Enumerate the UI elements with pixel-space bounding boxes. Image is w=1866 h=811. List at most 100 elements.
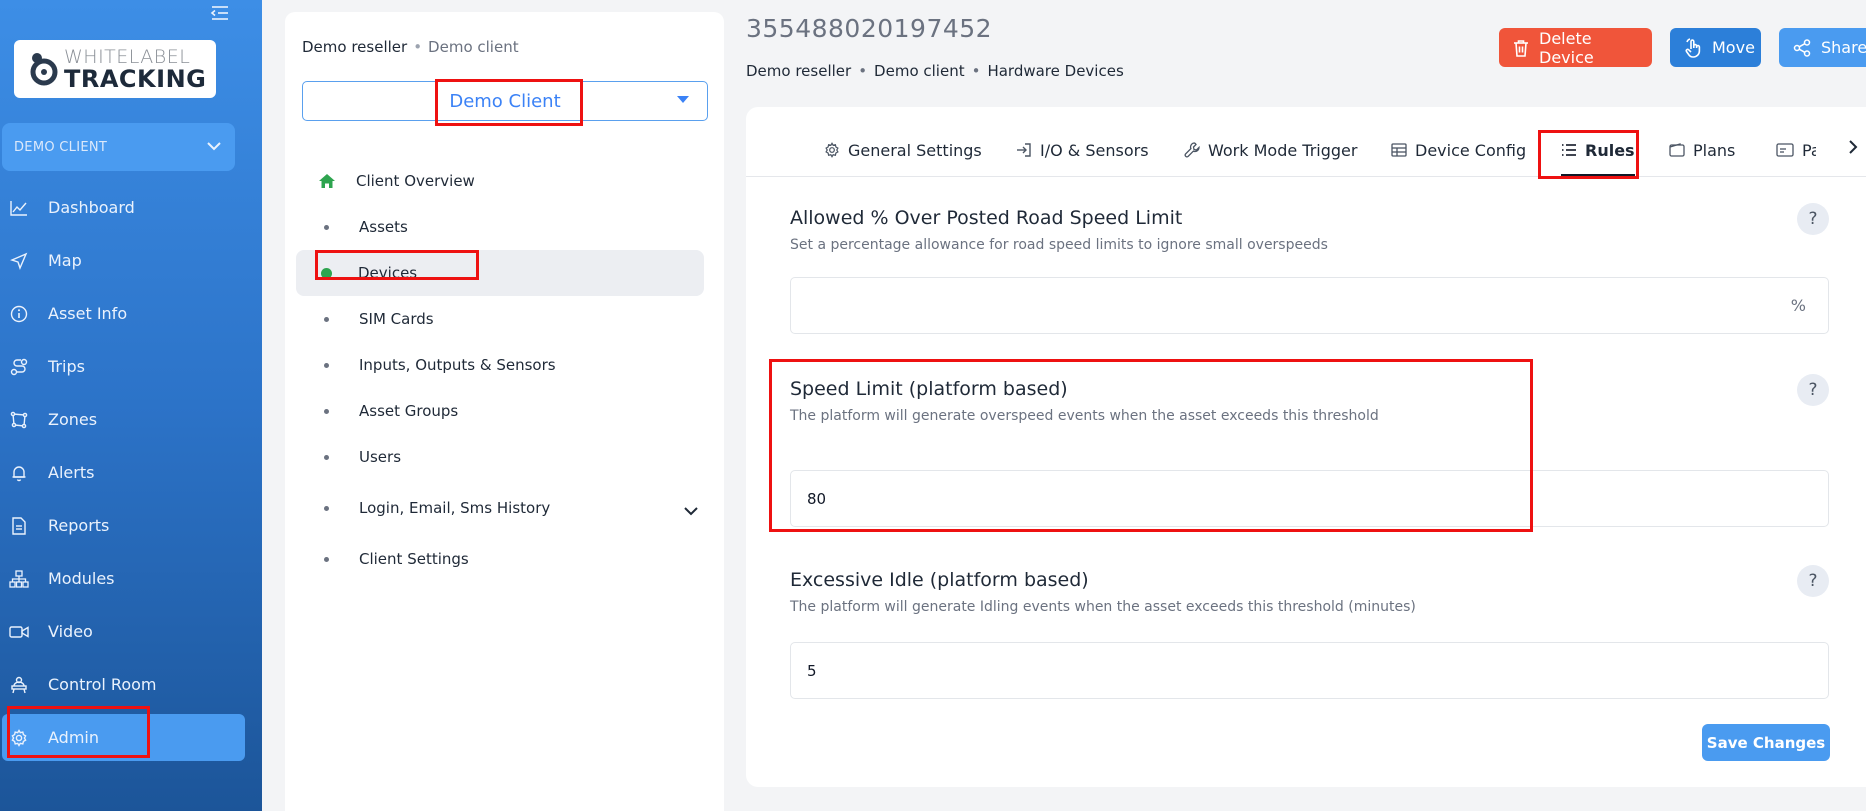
tab-general-settings[interactable]: General Settings bbox=[824, 133, 982, 167]
delete-device-label: Delete Device bbox=[1539, 28, 1594, 67]
help-icon[interactable]: ? bbox=[1797, 565, 1829, 597]
menu-item-devices[interactable]: Devices bbox=[296, 250, 704, 296]
breadcrumb-reseller[interactable]: Demo reseller bbox=[746, 62, 851, 80]
client-selector-label: DEMO CLIENT bbox=[14, 139, 108, 155]
excessive-idle-section: Excessive Idle (platform based) The plat… bbox=[790, 565, 1829, 615]
nav-label: Trips bbox=[48, 357, 85, 376]
list-icon bbox=[1561, 142, 1577, 158]
info-icon bbox=[9, 304, 29, 324]
bullet-icon bbox=[324, 408, 329, 414]
tab-label: Device Config bbox=[1415, 140, 1527, 160]
sidebar: WHITELABEL TRACKING DEMO CLIENT Dashboar… bbox=[0, 0, 262, 811]
menu-item-inputs-outputs-sensors[interactable]: Inputs, Outputs & Sensors bbox=[296, 342, 704, 388]
gear-icon bbox=[824, 142, 840, 158]
move-label: Move bbox=[1712, 38, 1755, 57]
speed-limit-input[interactable]: 80 bbox=[790, 470, 1829, 527]
bullet-icon bbox=[324, 505, 329, 511]
location-pin-logo-icon bbox=[28, 51, 58, 87]
client-dropdown[interactable]: Demo Client bbox=[302, 81, 708, 121]
chevron-right-icon[interactable] bbox=[1849, 139, 1858, 158]
field-description: Set a percentage allowance for road spee… bbox=[790, 237, 1328, 253]
help-icon[interactable]: ? bbox=[1797, 203, 1829, 235]
menu-label: Asset Groups bbox=[359, 402, 459, 420]
tab-work-mode-trigger[interactable]: Work Mode Trigger bbox=[1184, 133, 1357, 167]
bullet-icon bbox=[324, 556, 329, 562]
hand-pointer-icon bbox=[1684, 37, 1702, 58]
excessive-idle-input[interactable]: 5 bbox=[790, 642, 1829, 699]
nav-item-control-room[interactable]: Control Room bbox=[0, 658, 262, 711]
input-value: 5 bbox=[807, 661, 817, 680]
brand-logo[interactable]: WHITELABEL TRACKING bbox=[14, 40, 216, 98]
menu-item-client-overview[interactable]: Client Overview bbox=[296, 158, 704, 204]
menu-item-assets[interactable]: Assets bbox=[296, 204, 704, 250]
nav-label: Dashboard bbox=[48, 198, 135, 217]
nav-item-reports[interactable]: Reports bbox=[0, 499, 262, 552]
breadcrumb-section[interactable]: Hardware Devices bbox=[987, 62, 1123, 80]
breadcrumb-client[interactable]: Demo client bbox=[874, 62, 965, 80]
menu-label: SIM Cards bbox=[359, 310, 434, 328]
share-icon bbox=[1793, 38, 1811, 57]
logo-text-top: WHITELABEL bbox=[64, 45, 191, 68]
tab-rules[interactable]: Rules bbox=[1561, 133, 1635, 177]
move-button[interactable]: Move bbox=[1670, 28, 1761, 67]
nav-label: Zones bbox=[48, 410, 98, 429]
road-speed-allowance-input[interactable]: % bbox=[790, 277, 1829, 334]
tab-device-config[interactable]: Device Config bbox=[1391, 133, 1526, 167]
menu-item-users[interactable]: Users bbox=[296, 434, 704, 480]
nav-item-asset-info[interactable]: Asset Info bbox=[0, 287, 262, 340]
nav-item-dashboard[interactable]: Dashboard bbox=[0, 181, 262, 234]
save-changes-button[interactable]: Save Changes bbox=[1702, 724, 1830, 761]
navigation-icon bbox=[9, 251, 29, 271]
nav-item-map[interactable]: Map bbox=[0, 234, 262, 287]
nav-item-admin[interactable]: Admin bbox=[2, 714, 245, 761]
menu-item-asset-groups[interactable]: Asset Groups bbox=[296, 388, 704, 434]
device-tabs: General Settings I/O & Sensors Work Mode… bbox=[746, 107, 1866, 177]
nav-item-alerts[interactable]: Alerts bbox=[0, 446, 262, 499]
chevron-down-icon[interactable] bbox=[684, 502, 698, 520]
control-room-icon bbox=[9, 675, 29, 695]
field-description: The platform will generate overspeed eve… bbox=[790, 408, 1379, 424]
wallet-icon bbox=[1669, 142, 1685, 158]
tab-label: General Settings bbox=[848, 140, 982, 160]
client-selector[interactable]: DEMO CLIENT bbox=[2, 123, 235, 171]
field-description: The platform will generate Idling events… bbox=[790, 599, 1416, 615]
tab-io-sensors[interactable]: I/O & Sensors bbox=[1016, 133, 1149, 167]
tab-label: I/O & Sensors bbox=[1040, 140, 1149, 160]
field-title: Allowed % Over Posted Road Speed Limit bbox=[790, 207, 1183, 229]
breadcrumb-reseller[interactable]: Demo reseller bbox=[302, 38, 407, 56]
active-dot-icon bbox=[321, 267, 332, 279]
nav-item-trips[interactable]: Trips bbox=[0, 340, 262, 393]
tab-partial[interactable]: Pa bbox=[1776, 133, 1816, 167]
delete-device-button[interactable]: Delete Device bbox=[1499, 28, 1652, 67]
menu-item-login-history[interactable]: Login, Email, Sms History bbox=[296, 480, 704, 536]
nav-label: Modules bbox=[48, 569, 115, 588]
road-speed-allowance-section: Allowed % Over Posted Road Speed Limit S… bbox=[790, 203, 1829, 253]
menu-label: Users bbox=[359, 448, 402, 466]
client-menu: Client Overview Assets Devices SIM Cards… bbox=[296, 158, 704, 582]
tab-label: Rules bbox=[1585, 140, 1635, 160]
nav-label: Control Room bbox=[48, 675, 157, 694]
zone-icon bbox=[9, 410, 29, 430]
logo-text-bottom: TRACKING bbox=[64, 64, 207, 93]
table-icon bbox=[1391, 142, 1407, 158]
collapse-sidebar-icon[interactable] bbox=[210, 4, 232, 24]
nav-label: Reports bbox=[48, 516, 110, 535]
client-panel: Demo reseller • Demo client Demo Client Cl… bbox=[285, 12, 724, 811]
nav-item-zones[interactable]: Zones bbox=[0, 393, 262, 446]
chart-line-icon bbox=[9, 198, 29, 218]
nav-item-modules[interactable]: Modules bbox=[0, 552, 262, 605]
modules-icon bbox=[9, 569, 29, 589]
menu-label: Client Overview bbox=[356, 172, 475, 190]
share-button[interactable]: Share bbox=[1779, 28, 1866, 67]
device-settings-card: General Settings I/O & Sensors Work Mode… bbox=[746, 107, 1866, 787]
menu-label: Client Settings bbox=[359, 550, 469, 568]
bullet-icon bbox=[324, 454, 329, 460]
speed-limit-section: Speed Limit (platform based) The platfor… bbox=[790, 374, 1829, 424]
menu-item-client-settings[interactable]: Client Settings bbox=[296, 536, 704, 582]
nav-item-video[interactable]: Video bbox=[0, 605, 262, 658]
menu-item-sim-cards[interactable]: SIM Cards bbox=[296, 296, 704, 342]
tab-label: Plans bbox=[1693, 140, 1736, 160]
tab-plans[interactable]: Plans bbox=[1669, 133, 1735, 167]
field-title: Excessive Idle (platform based) bbox=[790, 569, 1089, 591]
help-icon[interactable]: ? bbox=[1797, 374, 1829, 406]
